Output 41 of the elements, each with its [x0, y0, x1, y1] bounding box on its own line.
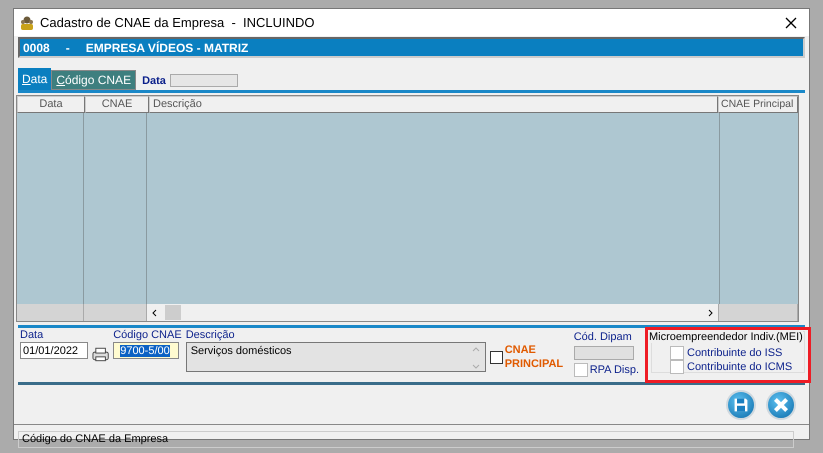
separator-text: -: [66, 40, 70, 54]
principal-label: CNAE PRINCIPAL: [504, 343, 564, 371]
rpa-label: RPA Disp.: [590, 364, 639, 376]
column-header[interactable]: CNAE Principal: [718, 96, 798, 113]
save-button[interactable]: [726, 390, 756, 420]
mei-checkbox[interactable]: [670, 346, 684, 360]
column-header[interactable]: Descrição: [149, 96, 718, 113]
column-header[interactable]: Data: [17, 96, 85, 113]
sort-tab[interactable]: Código CNAE: [51, 70, 136, 90]
dipam-field[interactable]: [574, 346, 634, 360]
company-name: EMPRESA VÍDEOS - MATRIZ: [86, 40, 248, 54]
close-icon[interactable]: [785, 16, 797, 28]
date-field[interactable]: 01/01/2022: [20, 342, 88, 359]
column-header[interactable]: CNAE: [85, 96, 149, 113]
footer-cell: [17, 304, 84, 321]
printer-icon[interactable]: [92, 346, 110, 362]
status-text: Código do CNAE da Empresa: [22, 433, 168, 445]
search-field[interactable]: [170, 74, 238, 87]
scroll-left-icon[interactable]: [151, 308, 159, 316]
scroll-thumb[interactable]: [165, 305, 181, 320]
description-field[interactable]: Serviços domésticos: [186, 342, 486, 372]
footer-cell: [84, 304, 147, 321]
mei-checkbox[interactable]: [670, 360, 684, 374]
principal-checkbox[interactable]: [490, 350, 503, 364]
window-title: Cadastro de CNAE da Empresa - INCLUINDO: [40, 15, 316, 30]
rpa-checkbox[interactable]: [574, 363, 588, 377]
people-icon: [19, 14, 35, 30]
mei-option-label: Contribuinte do ISS: [687, 347, 782, 359]
close-button[interactable]: [766, 390, 796, 420]
date-label: Data: [20, 329, 44, 341]
company-code: 0008: [23, 40, 50, 54]
code-label: Código CNAE: [113, 329, 182, 341]
search-label: Data: [142, 75, 166, 87]
scroll-right-icon[interactable]: [706, 308, 714, 316]
description-label: Descrição: [186, 329, 236, 341]
dipam-label: Cód. Dipam: [574, 331, 633, 343]
sort-tab[interactable]: Data: [18, 68, 52, 90]
code-field[interactable]: 9700-5/00: [113, 342, 180, 359]
mei-title: Microempreendedor Indiv.(MEI): [649, 331, 803, 343]
close-icon: [773, 397, 789, 413]
mei-option-label: Contribuinte do ICMS: [687, 361, 792, 373]
